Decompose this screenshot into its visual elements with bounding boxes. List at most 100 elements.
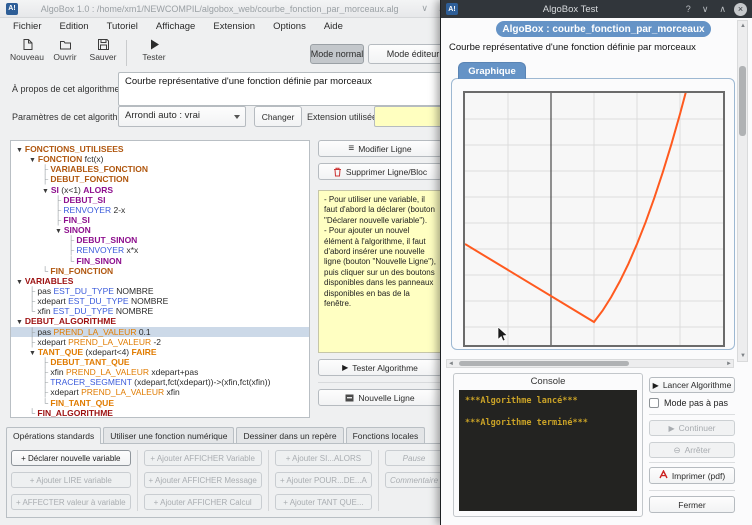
scroll-up-icon[interactable]: ▲	[740, 23, 746, 29]
tree-row[interactable]: ├ xdepart EST_DU_TYPE NOMBRE	[11, 296, 309, 306]
help-text: - Pour utiliser une variable, il faut d'…	[318, 190, 442, 353]
about-field[interactable]: Courbe représentative d'une fonction déf…	[118, 72, 448, 106]
new-line-button[interactable]: Nouvelle Ligne	[318, 389, 442, 406]
open-folder-icon	[59, 38, 72, 51]
menu-aide[interactable]: Aide	[315, 19, 352, 34]
menu-tutoriel[interactable]: Tutoriel	[98, 19, 147, 34]
separator	[137, 450, 138, 511]
tree-row[interactable]: ├ TRACER_SEGMENT (xdepart,fct(xdepart))-…	[11, 377, 309, 387]
separator	[318, 382, 442, 383]
new-line-icon	[345, 394, 354, 402]
tree-row[interactable]: └ FIN_TANT_QUE	[11, 398, 309, 408]
help-button[interactable]: ?	[683, 4, 694, 14]
tree-row[interactable]: ▼ SINON	[11, 225, 309, 235]
tab-operations-standards[interactable]: Opérations standards	[6, 427, 101, 444]
tree-row[interactable]: ├ DEBUT_SINON	[11, 235, 309, 245]
action-button: + AFFECTER valeur à variable	[11, 494, 131, 510]
toolbar-separator	[126, 40, 127, 66]
tree-row[interactable]: ├ DEBUT_FONCTION	[11, 174, 309, 184]
scroll-down-icon[interactable]: ▼	[740, 353, 746, 359]
mouse-cursor	[497, 327, 508, 342]
menu-affichage[interactable]: Affichage	[147, 19, 204, 34]
save-floppy-icon	[97, 38, 110, 51]
new-button[interactable]: Nouveau	[8, 38, 46, 62]
run-algorithm-button[interactable]: ▶ Lancer Algorithme	[649, 377, 735, 393]
tree-row[interactable]: └ xfin EST_DU_TYPE NOMBRE	[11, 306, 309, 316]
tree-row[interactable]: ├ FIN_SI	[11, 215, 309, 225]
line-tools-panel: ≡ Modifier Ligne Supprimer Ligne/Bloc - …	[318, 140, 442, 418]
algorithm-subtitle: Courbe représentative d'une fonction déf…	[449, 42, 696, 53]
tree-row[interactable]: ├ pas EST_DU_TYPE NOMBRE	[11, 286, 309, 296]
menu-options[interactable]: Options	[264, 19, 315, 34]
expander-icon[interactable]: ▼	[16, 279, 25, 286]
console-groupbox: Console ***Algorithme lancé*** ***Algori…	[453, 373, 643, 517]
tree-row[interactable]: ▼ FONCTIONS_UTILISEES	[11, 144, 309, 154]
horizontal-scrollbar[interactable]: ◄ ►	[446, 359, 734, 368]
print-pdf-button[interactable]: Imprimer (pdf)	[649, 467, 735, 484]
test-algorithm-button[interactable]: ▶ Tester Algorithme	[318, 359, 442, 376]
menu-fichier[interactable]: Fichier	[4, 19, 51, 34]
tree-row[interactable]: ├ DEBUT_TANT_QUE	[11, 357, 309, 367]
close-test-button[interactable]: Fermer	[649, 496, 735, 513]
shade-button[interactable]: ∨	[699, 4, 712, 15]
tree-row[interactable]: ▼ SI (x<1) ALORS	[11, 185, 309, 195]
expander-icon[interactable]: ▼	[16, 319, 25, 326]
action-button: + Ajouter TANT QUE...	[275, 494, 372, 510]
continue-button: ▶ Continuer	[649, 420, 735, 436]
change-button[interactable]: Changer	[254, 106, 302, 127]
tab-fonction-numerique[interactable]: Utiliser une fonction numérique	[103, 427, 234, 444]
console-line: ***Algorithme lancé***	[465, 396, 631, 406]
tree-row[interactable]: ▼ VARIABLES	[11, 276, 309, 286]
tree-row[interactable]: ├ xdepart PREND_LA_VALEUR -2	[11, 337, 309, 347]
step-mode-checkbox[interactable]: Mode pas à pas	[649, 398, 728, 408]
tree-row[interactable]: ▼ TANT_QUE (xdepart<4) FAIRE	[11, 347, 309, 357]
tree-row[interactable]: └ FIN_SINON	[11, 256, 309, 266]
horizontal-scrollbar-thumb[interactable]	[459, 361, 629, 366]
tree-row[interactable]: ├ pas PREND_LA_VALEUR 0.1	[11, 327, 309, 337]
main-window-title: AlgoBox 1.0 : /home/xm1/NEWCOMPIL/algobo…	[24, 4, 415, 14]
expander-icon[interactable]: ▼	[29, 157, 38, 164]
expander-icon[interactable]: ▼	[16, 147, 25, 154]
tree-row[interactable]: ▼ FONCTION fct(x)	[11, 154, 309, 164]
main-titlebar[interactable]: A! AlgoBox 1.0 : /home/xm1/NEWCOMPIL/alg…	[0, 0, 455, 18]
expander-icon[interactable]: ▼	[55, 228, 64, 235]
tree-row[interactable]: ├ RENVOYER 2-x	[11, 205, 309, 215]
expander-icon[interactable]: ▼	[29, 350, 38, 357]
action-button[interactable]: + Déclarer nouvelle variable	[11, 450, 131, 466]
tree-row[interactable]: └ FIN_FONCTION	[11, 266, 309, 276]
tab-fonctions-locales[interactable]: Fonctions locales	[346, 427, 426, 444]
params-combobox[interactable]: Arrondi auto : vrai	[118, 106, 246, 127]
test-titlebar[interactable]: A! AlgoBox Test ? ∨ ∧ ×	[441, 0, 752, 18]
tree-row[interactable]: ├ DEBUT_SI	[11, 195, 309, 205]
separator	[649, 490, 735, 491]
menu-edition[interactable]: Edition	[51, 19, 98, 34]
tree-row[interactable]: ├ xfin PREND_LA_VALEUR xdepart+pas	[11, 367, 309, 377]
tab-dessiner-repere[interactable]: Dessiner dans un repère	[236, 427, 343, 444]
separator	[649, 462, 735, 463]
scroll-right-icon[interactable]: ►	[726, 361, 732, 367]
open-button[interactable]: Ouvrir	[46, 38, 84, 62]
tree-row[interactable]: ├ RENVOYER x*x	[11, 245, 309, 255]
scroll-left-icon[interactable]: ◄	[448, 361, 454, 367]
maximize-button[interactable]: ∧	[716, 4, 729, 15]
vertical-scrollbar-thumb[interactable]	[739, 66, 746, 136]
expander-icon[interactable]: ▼	[42, 188, 51, 195]
mode-normal-button[interactable]: Mode normal	[310, 44, 364, 64]
vertical-scrollbar[interactable]: ▲ ▼	[737, 20, 748, 362]
tree-row[interactable]: └ FIN_ALGORITHME	[11, 408, 309, 418]
graph-plot-area[interactable]	[463, 91, 725, 347]
tree-row[interactable]: ▼ DEBUT_ALGORITHME	[11, 316, 309, 326]
menu-extension[interactable]: Extension	[204, 19, 264, 34]
test-button[interactable]: Tester	[135, 38, 173, 62]
algorithm-tree[interactable]: ▼ FONCTIONS_UTILISEES▼ FONCTION fct(x)├ …	[10, 140, 310, 418]
chevron-down-icon	[234, 115, 240, 119]
play-icon	[148, 38, 161, 51]
tree-row[interactable]: ├ VARIABLES_FONCTION	[11, 164, 309, 174]
tree-row[interactable]: ├ xdepart PREND_LA_VALEUR xfin	[11, 387, 309, 397]
modify-line-button[interactable]: ≡ Modifier Ligne	[318, 140, 442, 157]
algobox-app-icon: A!	[6, 3, 18, 15]
close-icon[interactable]: ×	[734, 3, 747, 16]
action-button: + Ajouter SI...ALORS	[275, 450, 372, 466]
save-button[interactable]: Sauver	[84, 38, 122, 62]
delete-line-button[interactable]: Supprimer Ligne/Bloc	[318, 163, 442, 180]
